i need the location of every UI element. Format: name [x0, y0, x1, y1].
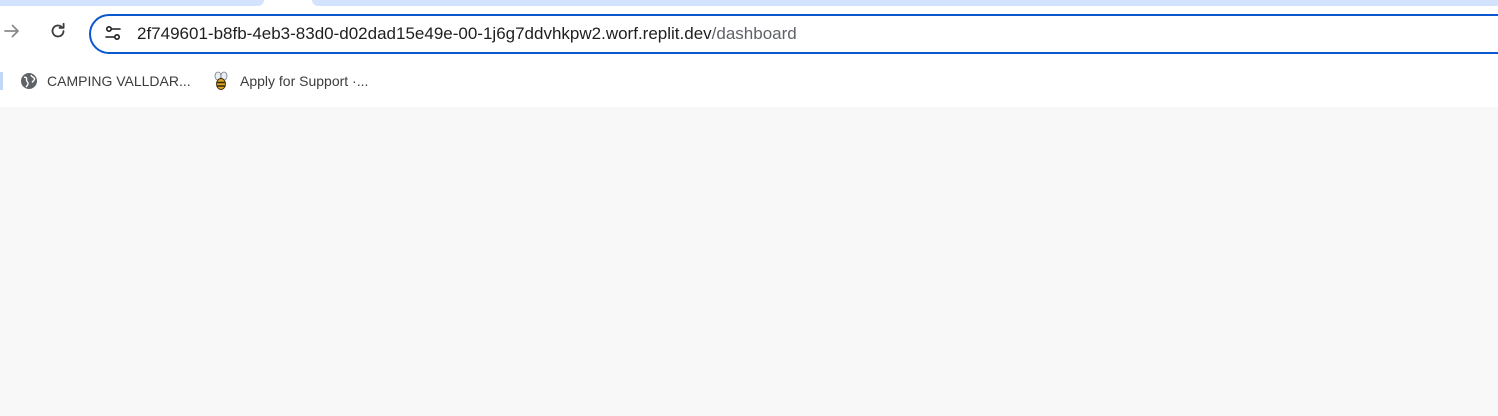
url-text[interactable]: 2f749601-b8fb-4eb3-83d0-d02dad15e49e-00-…: [137, 16, 797, 52]
arrow-right-icon: [2, 21, 22, 46]
page-content: [0, 107, 1498, 416]
bookmarks-bar-edge: [0, 72, 3, 90]
address-bar[interactable]: 2f749601-b8fb-4eb3-83d0-d02dad15e49e-00-…: [89, 14, 1498, 54]
url-path: /dashboard: [711, 24, 797, 43]
bookmarks-bar: CAMPING VALLDAR... Apply for Support ·..…: [0, 64, 1498, 98]
bookmark-apply-support[interactable]: Apply for Support ·...: [212, 68, 368, 94]
forward-button[interactable]: [0, 18, 27, 48]
site-info-button[interactable]: [103, 25, 123, 45]
tune-icon: [103, 23, 123, 48]
bee-icon: [212, 71, 230, 90]
globe-icon: [20, 72, 38, 90]
browser-chrome: 2f749601-b8fb-4eb3-83d0-d02dad15e49e-00-…: [0, 0, 1498, 108]
reload-button[interactable]: [43, 18, 73, 48]
bookmark-label: Apply for Support ·...: [240, 73, 369, 89]
bookmark-camping[interactable]: CAMPING VALLDAR...: [20, 68, 191, 94]
toolbar: 2f749601-b8fb-4eb3-83d0-d02dad15e49e-00-…: [0, 6, 1498, 64]
url-host: 2f749601-b8fb-4eb3-83d0-d02dad15e49e-00-…: [137, 24, 712, 43]
bookmark-label: CAMPING VALLDAR...: [47, 73, 191, 89]
reload-icon: [48, 21, 68, 46]
